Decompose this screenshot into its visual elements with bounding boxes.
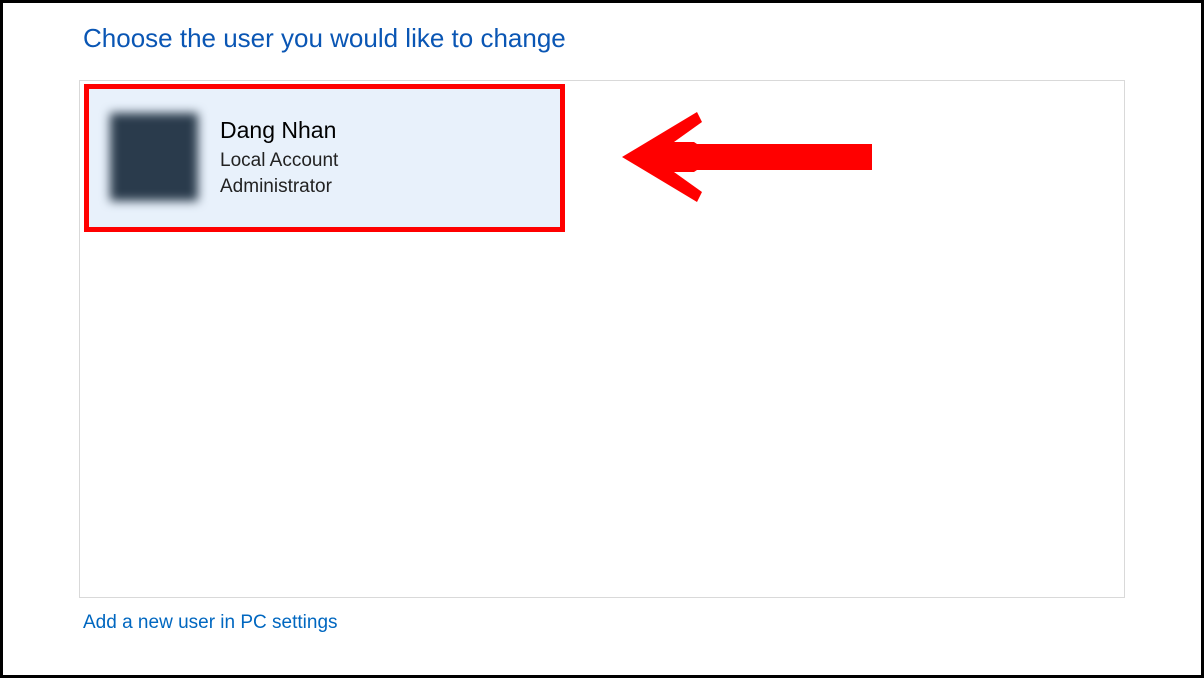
page-title: Choose the user you would like to change bbox=[83, 23, 1125, 54]
user-name: Dang Nhan bbox=[220, 115, 338, 146]
add-new-user-link[interactable]: Add a new user in PC settings bbox=[83, 612, 338, 634]
user-tile[interactable]: Dang Nhan Local Account Administrator bbox=[88, 87, 560, 227]
avatar bbox=[110, 113, 198, 201]
user-role: Administrator bbox=[220, 174, 338, 200]
user-info: Dang Nhan Local Account Administrator bbox=[220, 115, 338, 199]
user-account-type: Local Account bbox=[220, 148, 338, 174]
annotation-arrow-icon bbox=[622, 107, 872, 212]
users-list-container: Dang Nhan Local Account Administrator bbox=[79, 80, 1125, 598]
